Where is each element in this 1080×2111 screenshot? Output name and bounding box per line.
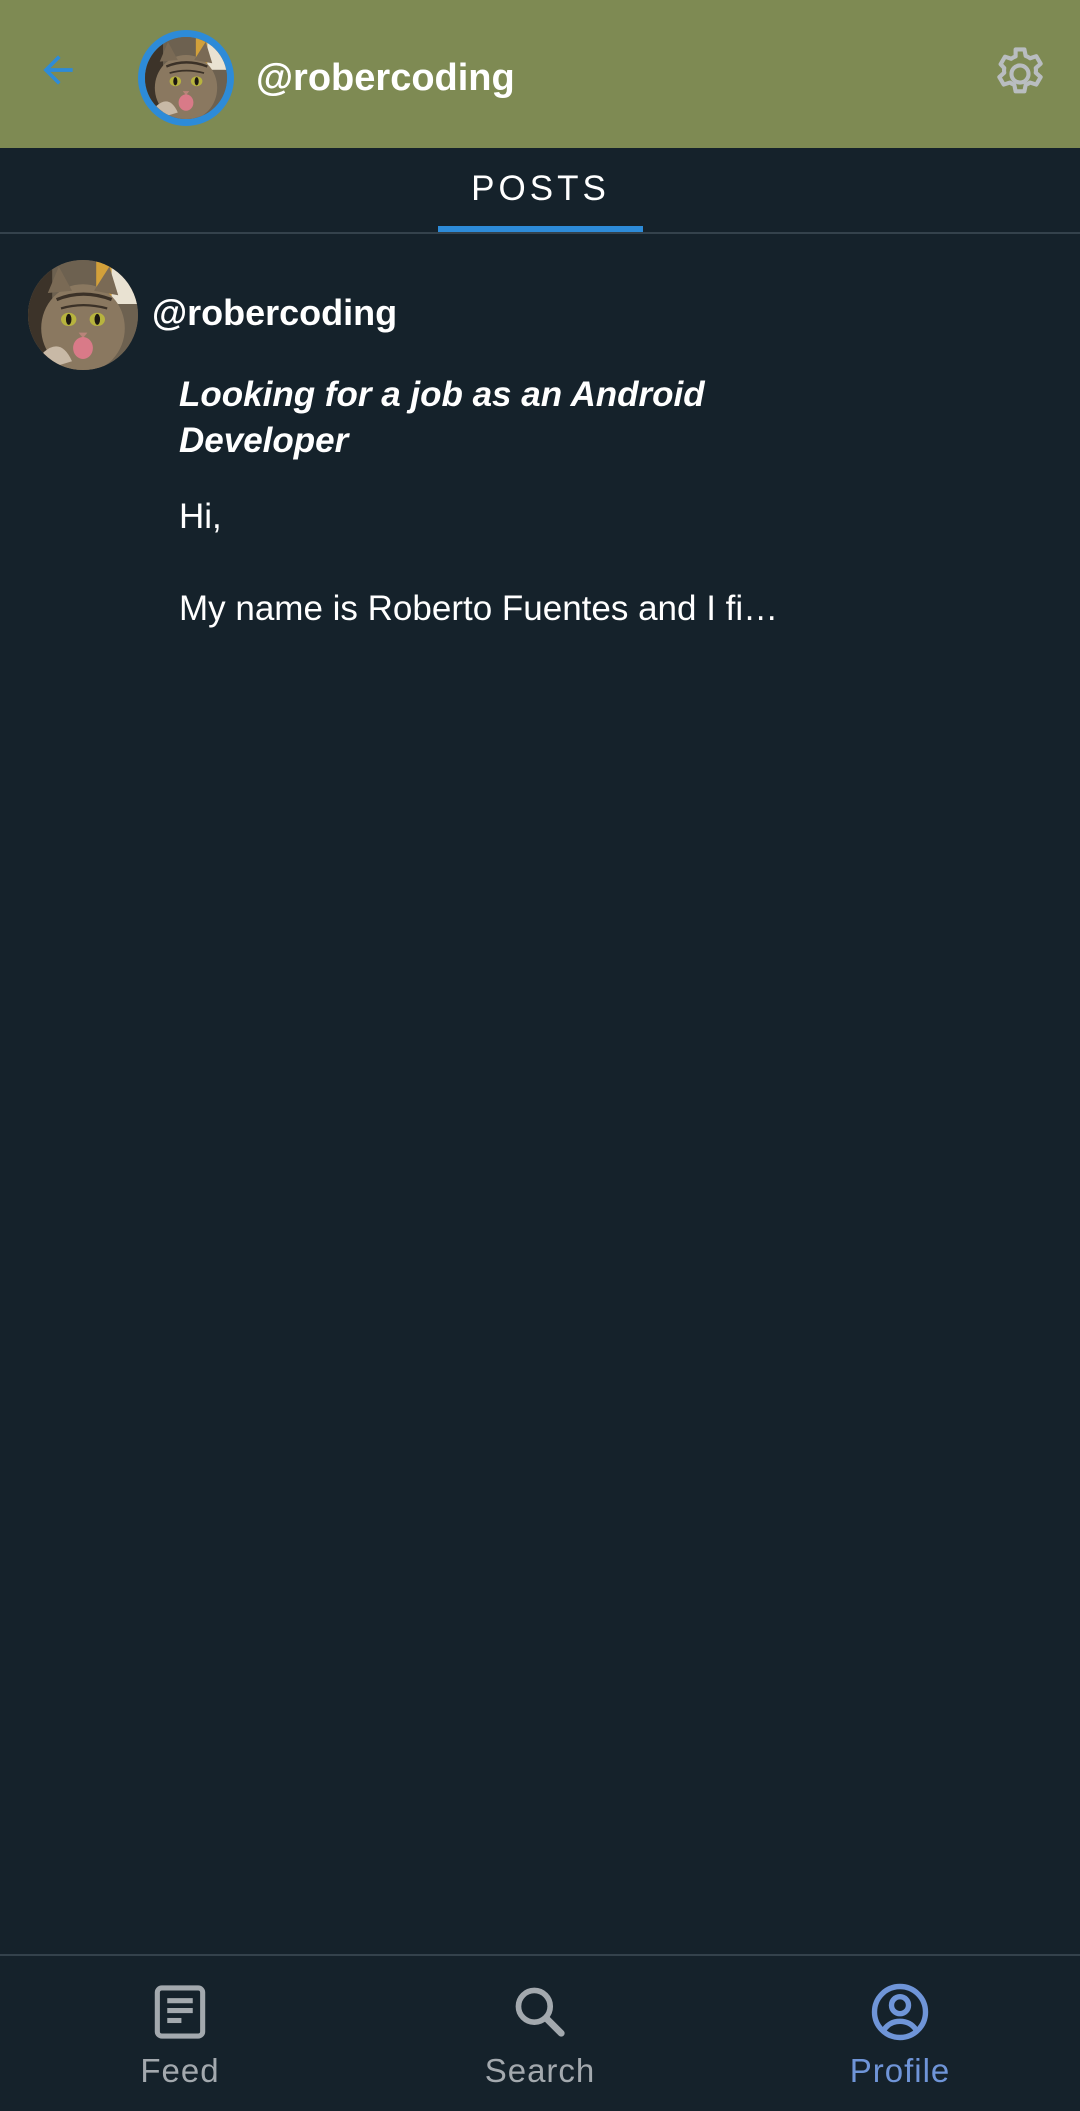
bottom-navigation: Feed Search Profile — [0, 1954, 1080, 2111]
post-author-username[interactable]: @robercoding — [152, 288, 397, 338]
header-username: @robercoding — [256, 57, 515, 99]
cat-avatar-image — [145, 37, 227, 119]
tab-bar: POSTS — [0, 148, 1080, 234]
header-avatar[interactable] — [138, 30, 234, 126]
search-icon — [515, 1987, 565, 2037]
nav-item-search[interactable]: Search — [360, 1956, 720, 2111]
nav-label-profile: Profile — [849, 2052, 951, 2089]
account-circle-icon — [871, 1983, 929, 2041]
post-item[interactable]: @robercoding Looking for a job as an And… — [0, 236, 1080, 666]
nav-item-feed[interactable]: Feed — [0, 1956, 360, 2111]
tab-selected-indicator — [438, 226, 643, 232]
cat-avatar-image — [28, 260, 138, 370]
post-author-avatar[interactable] — [28, 260, 138, 370]
feed-article-icon — [154, 1985, 206, 2039]
arrow-left-icon — [43, 55, 73, 85]
gear-icon — [997, 47, 1043, 94]
back-button[interactable] — [18, 30, 98, 110]
post-body: Hi, My name is Roberto Fuentes and I fi… — [179, 497, 779, 628]
tab-posts[interactable]: POSTS — [438, 148, 643, 232]
nav-label-search: Search — [484, 2052, 596, 2089]
tab-posts-label: POSTS — [471, 169, 610, 208]
nav-label-feed: Feed — [140, 2052, 220, 2089]
post-title: Looking for a job as an Android Develope… — [179, 375, 705, 460]
top-app-bar: @robercoding — [0, 0, 1080, 148]
nav-item-profile[interactable]: Profile — [720, 1956, 1080, 2111]
settings-button[interactable] — [982, 36, 1058, 112]
